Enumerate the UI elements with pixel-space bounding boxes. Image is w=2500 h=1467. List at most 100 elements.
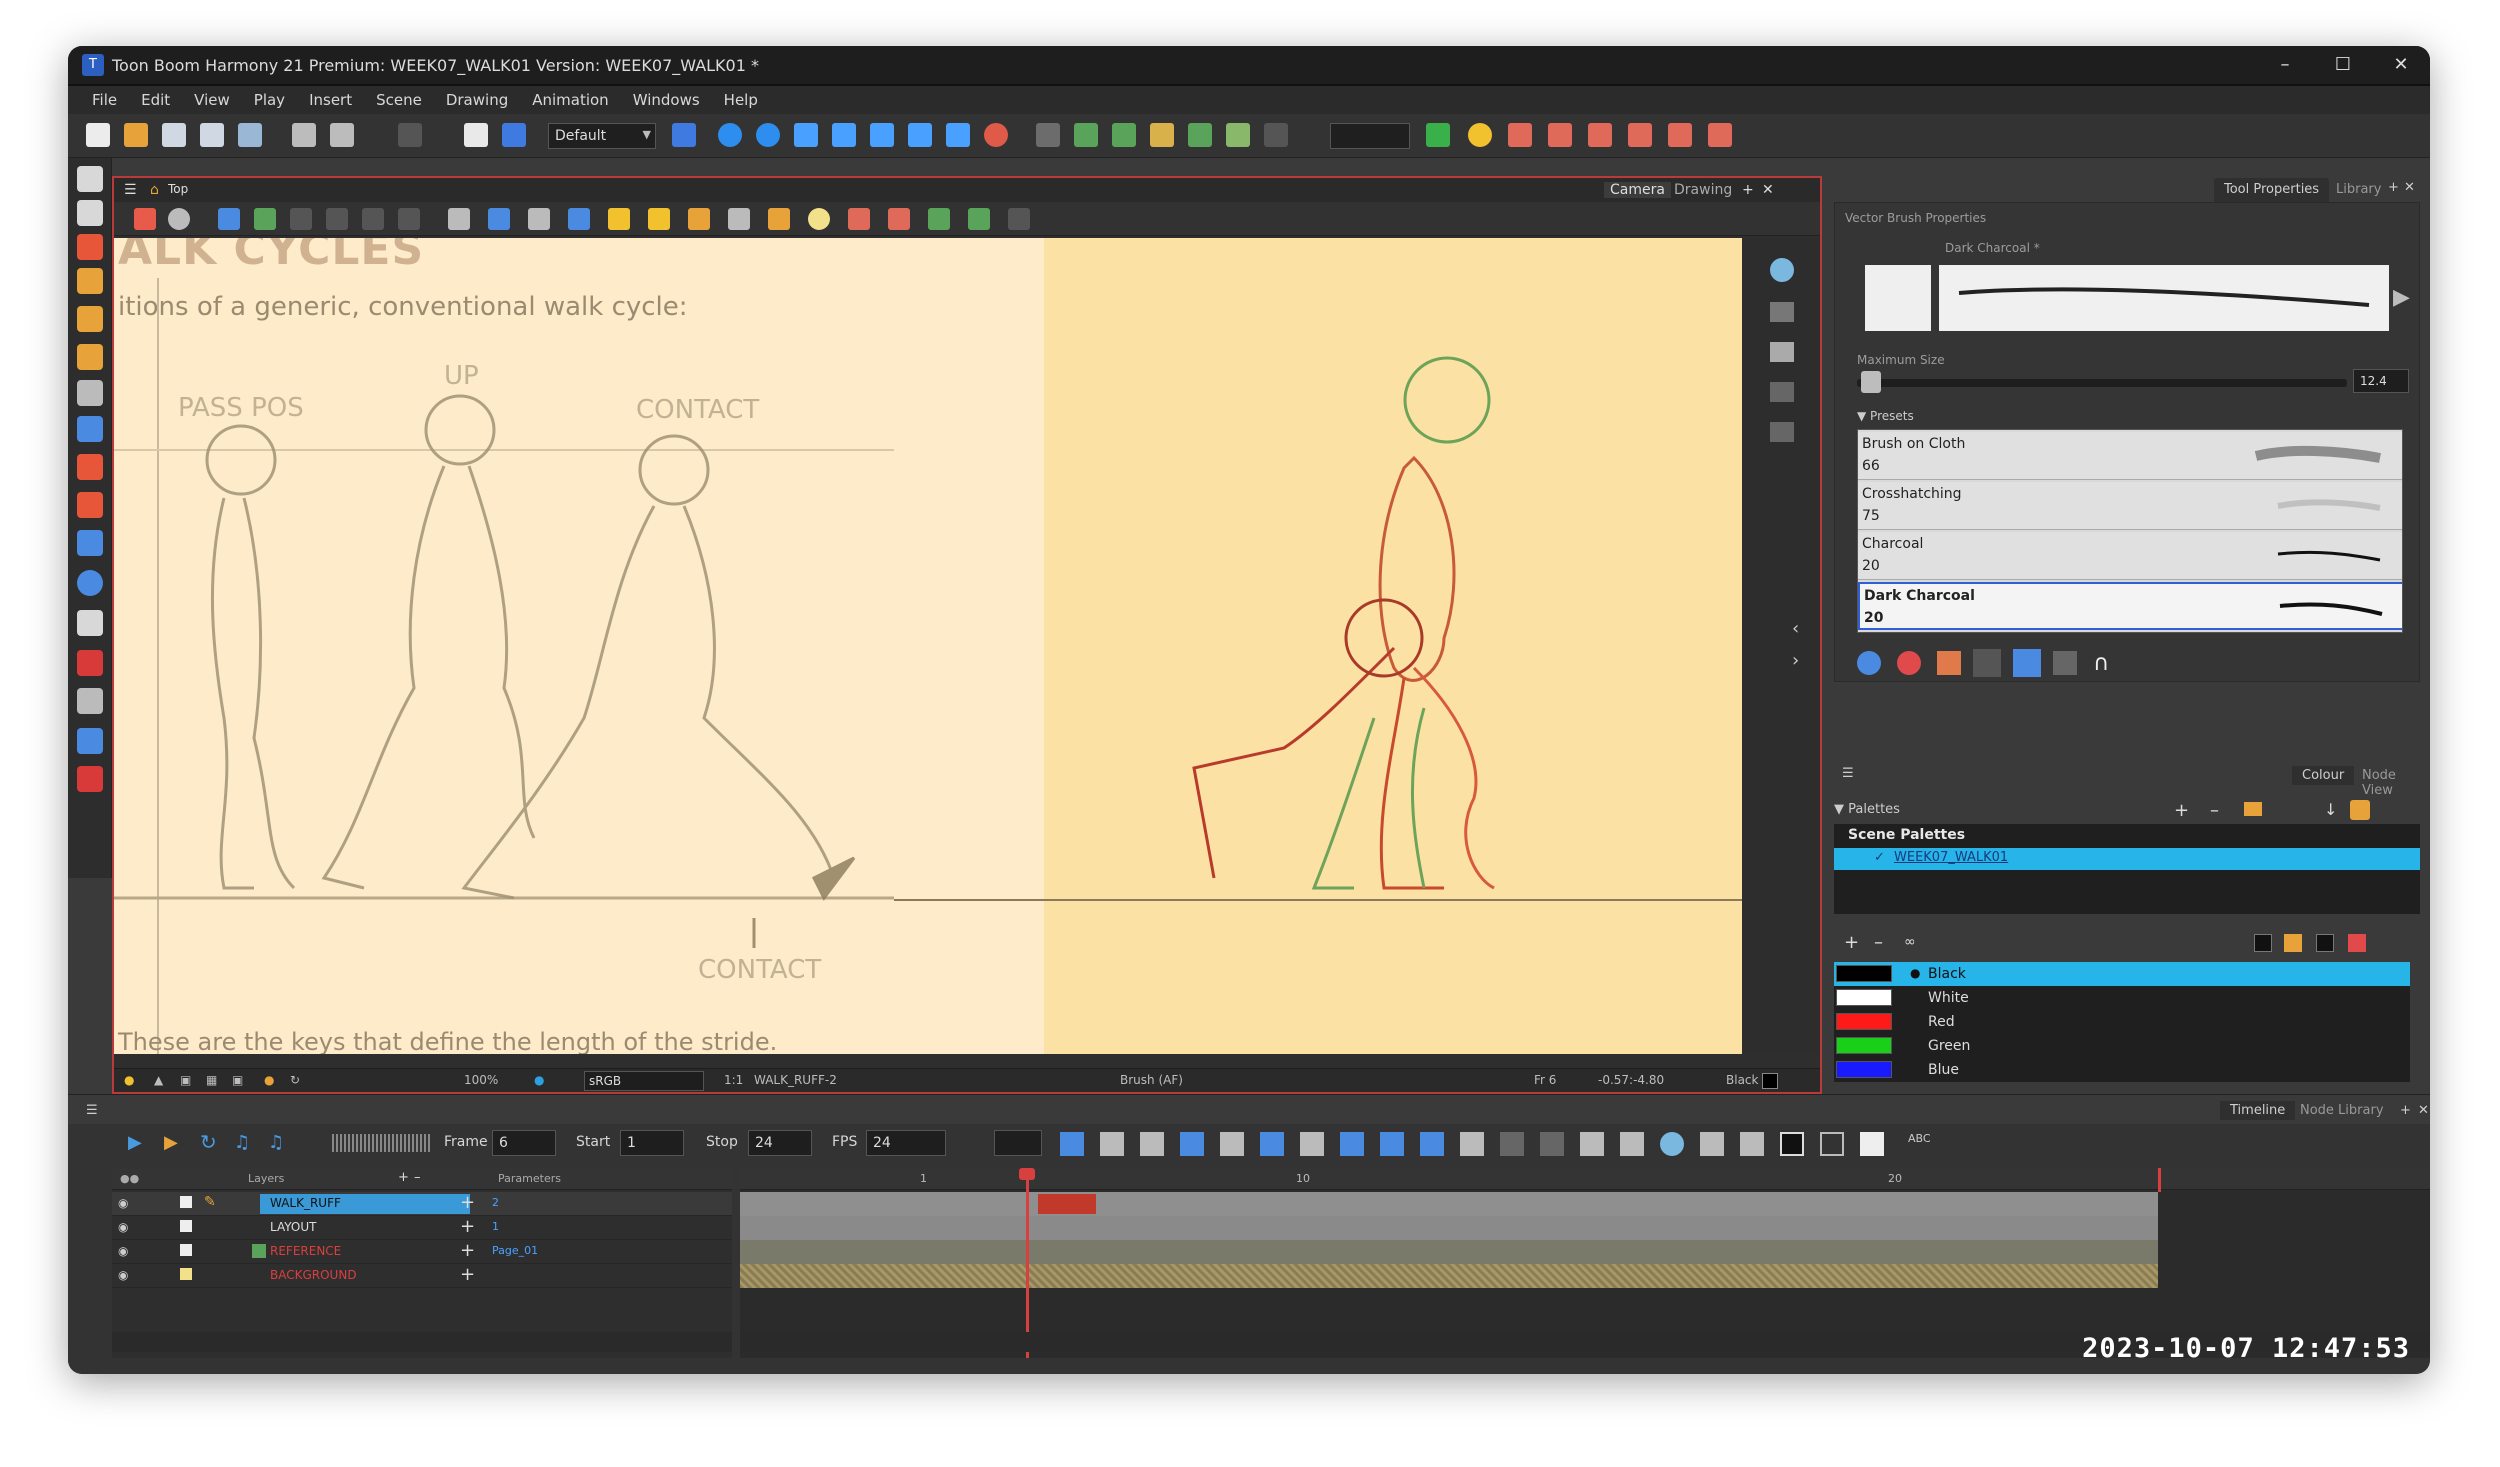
break-icon[interactable]: [1220, 1132, 1244, 1156]
lightbulb-icon[interactable]: [1468, 123, 1492, 147]
colour-row[interactable]: White: [1834, 986, 2410, 1010]
cutter-icon[interactable]: [77, 530, 103, 556]
camera-mask-icon[interactable]: ▣: [232, 1073, 243, 1087]
frame-row[interactable]: [740, 1264, 2158, 1288]
unlock-icon[interactable]: [648, 208, 670, 230]
light-table-icon[interactable]: [756, 123, 780, 147]
add-colour-icon[interactable]: +: [1844, 932, 1859, 953]
layers-scrollbar[interactable]: [112, 1332, 732, 1352]
layer-row[interactable]: ◉ BACKGROUND +: [112, 1264, 732, 1288]
start-input[interactable]: 1: [620, 1130, 684, 1156]
key-backward-icon[interactable]: [1380, 1132, 1404, 1156]
palette-folder-icon[interactable]: [2244, 802, 2262, 816]
fps-select[interactable]: 24: [866, 1130, 946, 1156]
pointer-icon[interactable]: [134, 208, 156, 230]
chevron-right-icon[interactable]: ▶: [2393, 285, 2410, 313]
onion-skin-toggle-icon[interactable]: [1660, 1132, 1684, 1156]
frame-row[interactable]: [740, 1216, 2158, 1240]
add-tab-icon[interactable]: +: [2386, 178, 2401, 202]
colour-pot-icon[interactable]: [77, 766, 103, 792]
flag-icon[interactable]: [1426, 123, 1450, 147]
tab-tool-properties[interactable]: Tool Properties: [2214, 178, 2330, 202]
pen-icon[interactable]: [77, 728, 103, 754]
workspace-select[interactable]: Default ▼: [548, 123, 656, 149]
play-selection-icon[interactable]: ▶: [164, 1132, 178, 1153]
align-icon[interactable]: [398, 208, 420, 230]
pivot-icon[interactable]: [946, 123, 970, 147]
add-child-icon[interactable]: +: [460, 1216, 475, 1237]
field-guide-icon[interactable]: [528, 208, 550, 230]
eye-icon[interactable]: ◉: [118, 1244, 128, 1258]
grid-icon[interactable]: [1264, 123, 1288, 147]
max-size-slider-handle[interactable]: [1861, 371, 1881, 393]
colour-row[interactable]: Blue: [1834, 1058, 2410, 1082]
auto-fill-icon[interactable]: [2013, 649, 2041, 677]
contour-editor-icon[interactable]: [77, 200, 103, 226]
extend-exposure-icon[interactable]: [1180, 1132, 1204, 1156]
bring-forward-icon[interactable]: [848, 208, 870, 230]
breakdown-animation-icon[interactable]: [1668, 123, 1692, 147]
preset-item[interactable]: Brush on Cloth 66: [1858, 432, 2402, 480]
deform-chain-icon[interactable]: [1188, 123, 1212, 147]
distribute-icon[interactable]: [362, 208, 384, 230]
envelope-icon[interactable]: [870, 123, 894, 147]
sound-icon[interactable]: ♫: [234, 1132, 250, 1153]
white-layer-icon[interactable]: [1860, 1132, 1884, 1156]
send-backward-icon[interactable]: [888, 208, 910, 230]
remove-colour-icon[interactable]: –: [1874, 932, 1883, 953]
character-icon[interactable]: [984, 123, 1008, 147]
close-tab-icon[interactable]: ✕: [2402, 178, 2417, 202]
tab-node-library[interactable]: Node Library: [2290, 1101, 2394, 1120]
drawing-canvas[interactable]: ALK CYCLES itions of a generic, conventi…: [114, 238, 1744, 1054]
selected-cell[interactable]: [1038, 1194, 1096, 1214]
menu-view[interactable]: View: [182, 86, 242, 114]
menu-help[interactable]: Help: [712, 86, 770, 114]
remove-palette-icon[interactable]: –: [2210, 800, 2219, 821]
max-size-slider[interactable]: [1857, 379, 2347, 387]
fill-colour-swatch[interactable]: [2254, 934, 2272, 952]
rotate-icon[interactable]: [77, 570, 103, 596]
preset-item[interactable]: Charcoal 20: [1858, 532, 2402, 580]
menu-hamburger-icon[interactable]: ☰: [124, 182, 137, 198]
collapse-right-icon[interactable]: ›: [1792, 650, 1799, 671]
toggle-visibility-icon[interactable]: ●●: [120, 1172, 139, 1185]
brush-icon[interactable]: [77, 234, 103, 260]
eye-icon[interactable]: ◉: [118, 1268, 128, 1282]
scene-end-marker[interactable]: [2158, 1168, 2161, 1192]
menu-edit[interactable]: Edit: [129, 86, 182, 114]
frame-row[interactable]: [740, 1240, 2158, 1264]
measure-icon[interactable]: [1226, 123, 1250, 147]
line-colour-swatch[interactable]: [2316, 934, 2334, 952]
add-view-icon[interactable]: +: [1742, 182, 1754, 198]
tab-camera[interactable]: Camera: [1604, 182, 1671, 198]
add-layer-icon[interactable]: +: [398, 1170, 409, 1185]
save-as-icon[interactable]: [200, 123, 224, 147]
frame-row[interactable]: [740, 1192, 2158, 1216]
layer-stack-active-icon[interactable]: [1770, 342, 1794, 362]
arrange-front-icon[interactable]: [928, 208, 950, 230]
menu-scene[interactable]: Scene: [364, 86, 434, 114]
line-icon[interactable]: [688, 208, 710, 230]
rig-icon[interactable]: [1036, 123, 1060, 147]
playback-speed-slider[interactable]: [332, 1134, 432, 1152]
eyedropper-icon[interactable]: [2348, 934, 2366, 952]
palettes-header[interactable]: ▼ Palettes: [1834, 802, 1900, 817]
add-child-icon[interactable]: +: [460, 1264, 475, 1285]
frame-toggle-icon[interactable]: ▣: [180, 1073, 191, 1087]
pin-status-icon[interactable]: ▲: [154, 1073, 163, 1087]
colour-management-icon[interactable]: ●: [534, 1073, 544, 1087]
refresh-icon[interactable]: ↻: [290, 1073, 300, 1087]
colorspace-select[interactable]: sRGB: [584, 1071, 704, 1091]
camera-reset-icon[interactable]: [1770, 258, 1794, 282]
key-animation-icon[interactable]: [1628, 123, 1652, 147]
lightbulb-icon[interactable]: ●: [124, 1073, 134, 1087]
preset-item-selected[interactable]: Dark Charcoal 20: [1858, 582, 2402, 630]
colour-icon[interactable]: [1897, 651, 1921, 675]
texture-icon[interactable]: [1973, 649, 2001, 677]
menu-play[interactable]: Play: [242, 86, 297, 114]
magnet-icon[interactable]: ∩: [2093, 651, 2117, 676]
paint-bucket-icon[interactable]: [77, 454, 103, 480]
eye-icon[interactable]: ◉: [118, 1196, 128, 1210]
home-icon[interactable]: ⌂: [150, 182, 159, 198]
layer-row[interactable]: ◉ ✎ WALK_RUFF + 2: [112, 1192, 732, 1216]
